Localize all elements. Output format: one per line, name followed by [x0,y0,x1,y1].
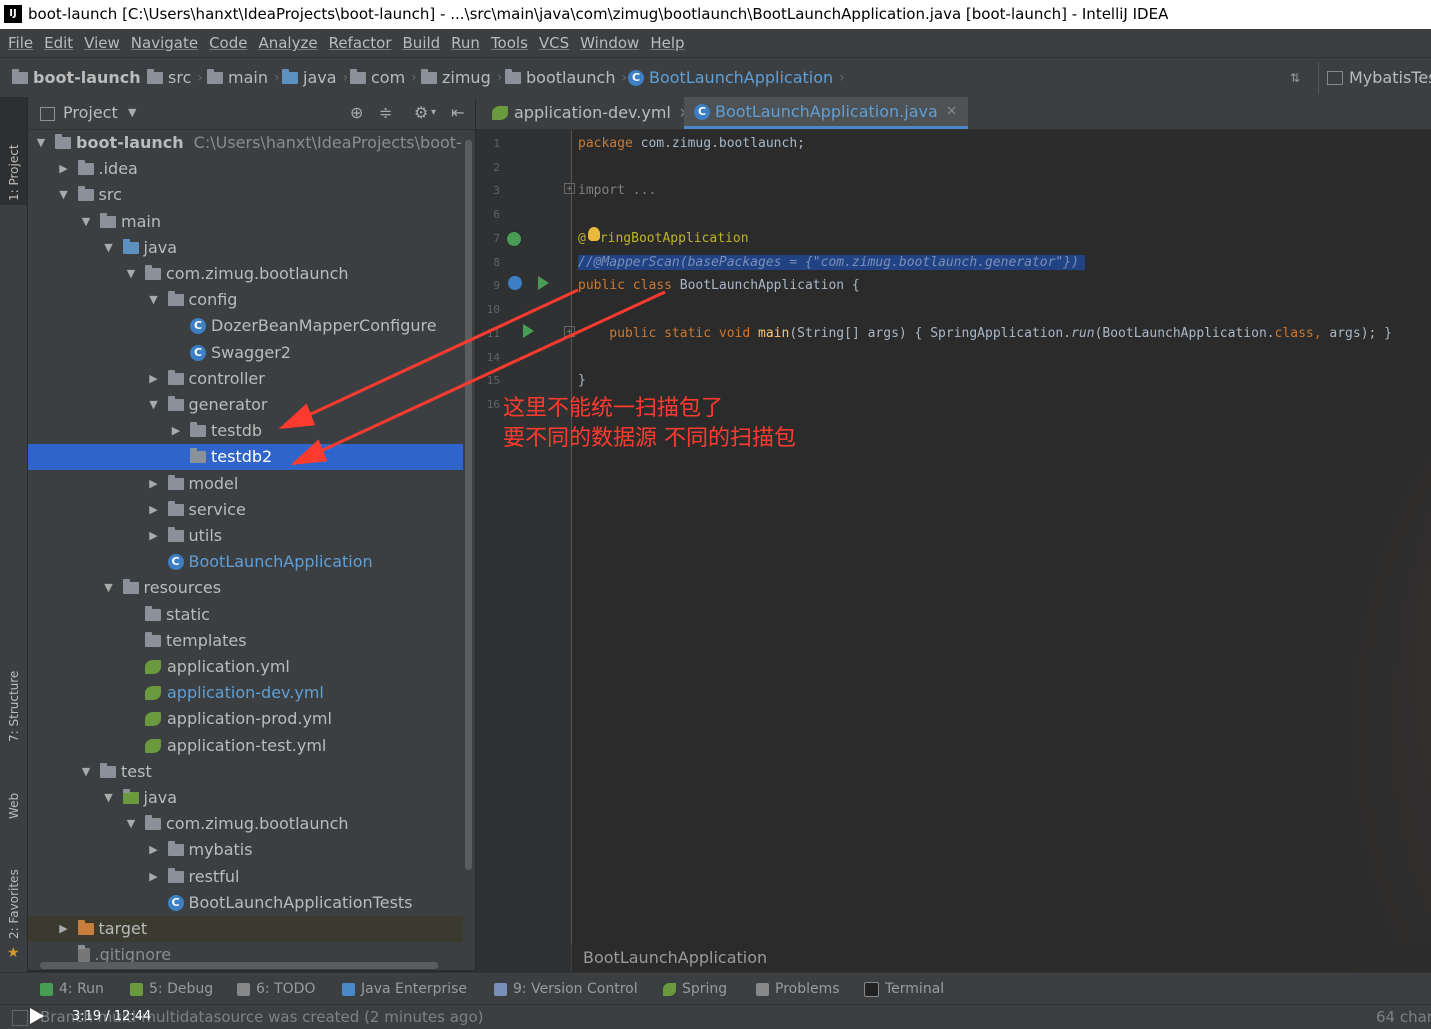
tool-tab-label: 4: Run [59,981,104,997]
video-controls: 3:19 / 12:44 [30,1008,151,1024]
play-icon[interactable] [30,1008,44,1024]
tool-tab-label: Problems [775,981,840,997]
version-control-icon [494,982,507,996]
status-bar: Branch multi-multidatasource was created… [0,1004,1431,1029]
arrowhead [278,403,316,429]
tool-tab-problems[interactable]: Problems [756,973,840,1005]
terminal-icon [864,981,879,997]
arrowhead [290,439,328,465]
debug-icon [130,982,143,996]
todo-icon [237,982,250,996]
tool-tab-label: 5: Debug [149,981,214,997]
tool-tab-label: 6: TODO [256,981,316,997]
tool-tab-label: Java Enterprise [361,981,468,997]
warning-icon [756,982,769,996]
status-char-count: 64 char [1376,1008,1431,1026]
editor-breadcrumb[interactable]: BootLaunchApplication [571,944,1431,972]
tool-tab-debug[interactable]: 5: Debug [130,973,213,1005]
annotation-arrow-testdb2 [309,290,666,458]
java-enterprise-icon [342,982,355,996]
tool-tab-java-enterprise[interactable]: Java Enterprise [342,973,467,1005]
toggle-tool-windows-icon[interactable] [12,1010,28,1026]
annotation-arrow-testdb [297,288,579,422]
video-time: 3:19 / 12:44 [72,1008,152,1024]
tool-tab-todo[interactable]: 6: TODO [237,973,315,1005]
annotation-arrows [278,288,666,465]
tool-tab-label: Spring [682,981,728,997]
tool-tab-version-control[interactable]: 9: Version Control [494,973,638,1005]
run-icon [40,982,53,996]
tool-tab-label: 9: Version Control [513,981,638,997]
tool-tab-run[interactable]: 4: Run [40,973,104,1005]
bottom-tool-bar: 4: Run 5: Debug 6: TODO Java Enterprise … [0,972,1431,1005]
spring-icon [663,982,676,996]
tool-tab-spring[interactable]: Spring [663,973,727,1005]
tool-tab-terminal[interactable]: Terminal [864,973,944,1005]
tool-tab-label: Terminal [885,981,945,997]
